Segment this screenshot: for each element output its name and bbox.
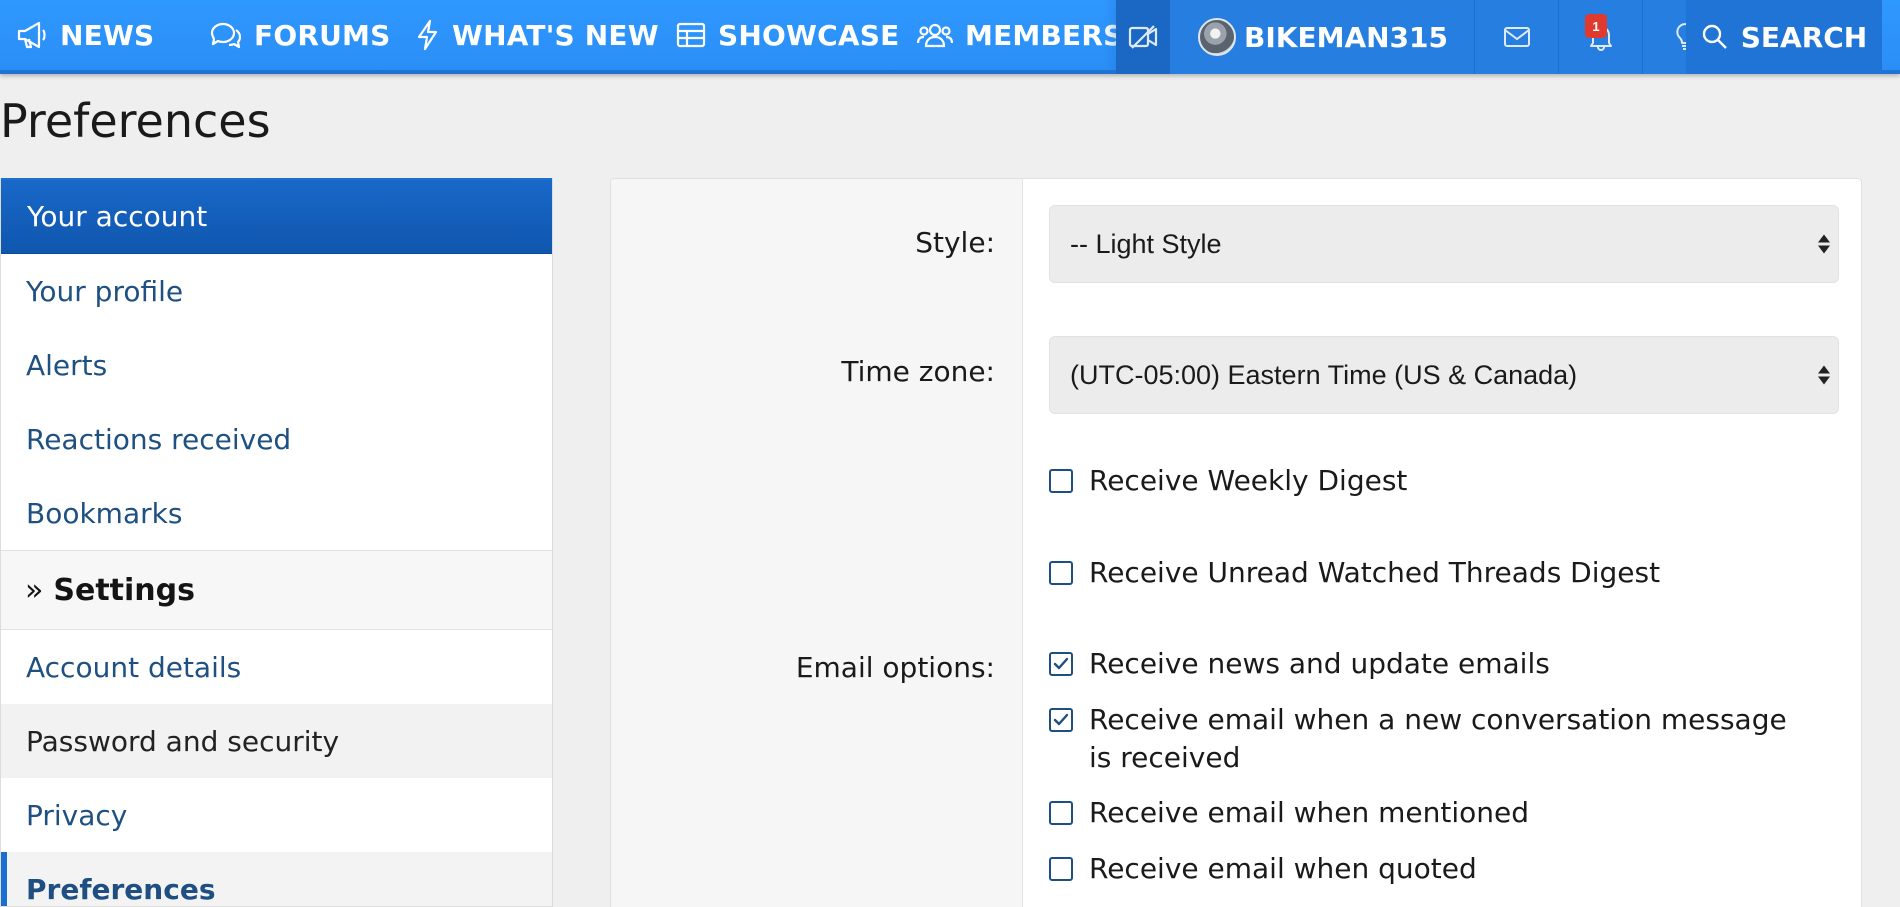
users-icon [917, 23, 953, 48]
video-icon [1128, 25, 1158, 49]
sidebar-item-privacy[interactable]: Privacy [1, 778, 552, 852]
select-arrows-icon [1818, 365, 1830, 385]
preferences-form: Style: Time zone: Email options: -- Ligh… [610, 178, 1862, 907]
user-menu[interactable]: BIKEMAN315 [1170, 0, 1475, 74]
username: BIKEMAN315 [1244, 20, 1448, 54]
search-button[interactable]: SEARCH [1686, 0, 1882, 74]
alerts-button[interactable]: 1 [1559, 0, 1643, 74]
account-sidebar: Your account Your profile Alerts Reactio… [0, 178, 553, 907]
mention-emails-option[interactable]: Receive email when mentioned [1049, 794, 1839, 832]
page-title: Preferences [0, 94, 271, 148]
nav-forums-label: FORUMS [254, 18, 391, 52]
nav-more-button[interactable] [1116, 0, 1170, 74]
weekly-digest-option[interactable]: Receive Weekly Digest [1049, 462, 1839, 500]
search-icon [1702, 24, 1727, 49]
sidebar-item-bookmarks[interactable]: Bookmarks [1, 476, 552, 550]
nav-whats-new-label: WHAT'S NEW [452, 18, 659, 52]
sidebar-section-label: Settings [53, 572, 195, 608]
select-arrows-icon [1818, 234, 1830, 254]
sidebar-section-settings: » Settings [1, 550, 552, 630]
email-options-label: Email options: [795, 651, 995, 684]
nav-showcase-label: SHOWCASE [718, 18, 900, 52]
table-icon [676, 22, 706, 48]
inbox-button[interactable] [1475, 0, 1559, 74]
megaphone-icon [17, 21, 46, 49]
alert-count-badge: 1 [1585, 14, 1607, 38]
news-emails-option[interactable]: Receive news and update emails [1049, 645, 1839, 683]
chat-bubbles-icon [210, 22, 242, 49]
checkbox-news-emails[interactable] [1049, 652, 1073, 676]
form-label-column: Style: Time zone: Email options: [611, 179, 1023, 907]
sidebar-item-preferences[interactable]: Preferences [1, 852, 552, 906]
avatar [1198, 18, 1236, 56]
quote-emails-option[interactable]: Receive email when quoted [1049, 850, 1839, 888]
nav-news[interactable]: NEWS [16, 0, 154, 70]
news-emails-label: Receive news and update emails [1089, 647, 1550, 680]
checkbox-conversation-emails[interactable] [1049, 708, 1073, 732]
conversation-emails-option[interactable]: Receive email when a new conversation me… [1049, 701, 1809, 777]
watched-threads-digest-option[interactable]: Receive Unread Watched Threads Digest [1049, 554, 1839, 592]
checkbox-mention-emails[interactable] [1049, 801, 1073, 825]
conversation-emails-label: Receive email when a new conversation me… [1089, 703, 1787, 774]
envelope-icon [1503, 27, 1530, 47]
weekly-digest-label: Receive Weekly Digest [1089, 464, 1408, 497]
user-area: BIKEMAN315 1 [1170, 0, 1727, 74]
bolt-icon [417, 19, 438, 51]
sidebar-item-reactions-received[interactable]: Reactions received [1, 402, 552, 476]
nav-members-label: MEMBERS [965, 18, 1124, 52]
sidebar-item-your-profile[interactable]: Your profile [1, 254, 552, 328]
mention-emails-label: Receive email when mentioned [1089, 796, 1530, 829]
nav-showcase[interactable]: SHOWCASE [676, 0, 899, 70]
quote-emails-label: Receive email when quoted [1089, 852, 1477, 885]
sidebar-item-account-details[interactable]: Account details [1, 630, 552, 704]
checkmark-icon [1053, 657, 1069, 670]
timezone-select-value: (UTC-05:00) Eastern Time (US & Canada) [1070, 359, 1578, 390]
sidebar-item-alerts[interactable]: Alerts [1, 328, 552, 402]
timezone-label: Time zone: [841, 355, 995, 388]
checkbox-watched-threads-digest[interactable] [1049, 561, 1073, 585]
sidebar-item-password-security[interactable]: Password and security [1, 704, 552, 778]
style-select[interactable]: -- Light Style [1049, 205, 1839, 283]
sidebar-header-your-account[interactable]: Your account [1, 178, 552, 254]
checkbox-quote-emails[interactable] [1049, 857, 1073, 881]
checkbox-weekly-digest[interactable] [1049, 469, 1073, 493]
watched-threads-digest-label: Receive Unread Watched Threads Digest [1089, 556, 1661, 589]
style-label: Style: [915, 226, 995, 259]
search-label: SEARCH [1740, 20, 1868, 54]
double-chevron-icon: » [25, 572, 44, 608]
nav-forums[interactable]: FORUMS [210, 0, 390, 70]
nav-members[interactable]: MEMBERS [917, 0, 1123, 70]
nav-whats-new[interactable]: WHAT'S NEW [416, 0, 659, 70]
style-select-value: -- Light Style [1070, 228, 1222, 259]
timezone-select[interactable]: (UTC-05:00) Eastern Time (US & Canada) [1049, 336, 1839, 414]
nav-news-label: NEWS [60, 18, 155, 52]
top-navigation: NEWS FORUMS WHAT'S NEW SHOWCASE MEMBERS [0, 0, 1900, 74]
checkmark-icon [1053, 713, 1069, 726]
